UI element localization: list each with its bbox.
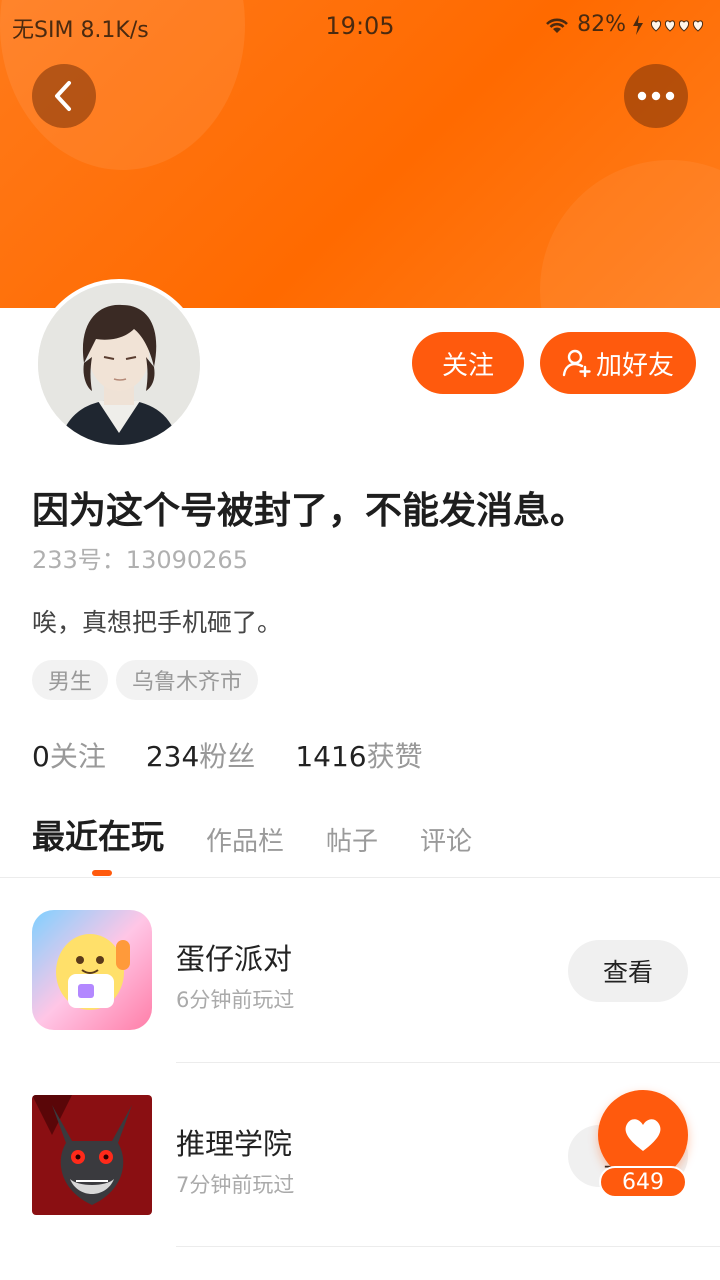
- like-count: 649: [599, 1166, 687, 1198]
- tab-posts[interactable]: 帖子: [326, 821, 378, 858]
- wifi-icon: [546, 18, 569, 33]
- active-tab-indicator: [92, 870, 112, 876]
- row-divider: [176, 1246, 720, 1247]
- location-tag: 乌鲁木齐市: [116, 660, 259, 700]
- avatar[interactable]: [34, 279, 204, 449]
- battery-text: 82%: [577, 12, 626, 37]
- stat-number: 0: [32, 740, 50, 773]
- stat-number: 234: [145, 740, 200, 773]
- add-friend-button[interactable]: 加好友: [540, 332, 696, 394]
- bio-text: 唉，真想把手机砸了。: [32, 608, 283, 637]
- werewolf-icon: [32, 1095, 152, 1215]
- avatar-illustration: [38, 283, 200, 445]
- gender-tag: 男生: [32, 660, 109, 700]
- view-button[interactable]: 查看: [568, 940, 688, 1002]
- list-item[interactable]: 蛋仔派对 6分钟前玩过 查看: [0, 878, 720, 1038]
- battery-hearts-icon: [650, 19, 704, 32]
- stat-likes[interactable]: 1416 获赞: [295, 735, 422, 775]
- chevron-left-icon: [55, 81, 71, 111]
- profile-stats: 0 关注 234 粉丝 1416 获赞: [32, 735, 463, 775]
- status-bar: 无SIM 8.1K/s 19:05 82%: [0, 0, 720, 52]
- game-last-played: 7分钟前玩过: [176, 1173, 295, 1197]
- game-name: 推理学院: [176, 1127, 293, 1161]
- tab-works[interactable]: 作品栏: [206, 821, 284, 858]
- profile-tabs: 最近在玩 作品栏 帖子 评论: [32, 810, 514, 858]
- heart-icon: [625, 1119, 661, 1151]
- stat-followers[interactable]: 234 粉丝: [146, 735, 255, 775]
- status-right: 82%: [543, 12, 706, 37]
- more-dots-icon: [637, 91, 675, 101]
- eggy-party-icon: [32, 910, 152, 1030]
- charging-icon: [633, 14, 643, 35]
- stat-following[interactable]: 0 关注: [32, 735, 106, 775]
- game-name: 蛋仔派对: [176, 942, 293, 976]
- stat-number: 1416: [295, 740, 367, 773]
- game-last-played: 6分钟前玩过: [176, 988, 295, 1012]
- user-id: 233号：13090265: [32, 546, 248, 574]
- profile-tags: 男生 乌鲁木齐市: [32, 660, 259, 700]
- add-user-icon: [562, 349, 591, 378]
- tab-comments[interactable]: 评论: [420, 821, 472, 858]
- stat-label: 获赞: [366, 740, 423, 773]
- stat-label: 粉丝: [199, 740, 256, 773]
- tab-recently-played[interactable]: 最近在玩: [32, 810, 164, 858]
- more-button[interactable]: [624, 64, 688, 128]
- game-icon-reasoning-academy: [32, 1095, 152, 1215]
- username: 因为这个号被封了，不能发消息。: [32, 489, 587, 532]
- follow-button[interactable]: 关注: [412, 332, 524, 394]
- add-friend-label: 加好友: [595, 350, 674, 381]
- stat-label: 关注: [49, 740, 106, 773]
- follow-label: 关注: [441, 350, 494, 381]
- back-button[interactable]: [32, 64, 96, 128]
- game-icon-eggy-party: [32, 910, 152, 1030]
